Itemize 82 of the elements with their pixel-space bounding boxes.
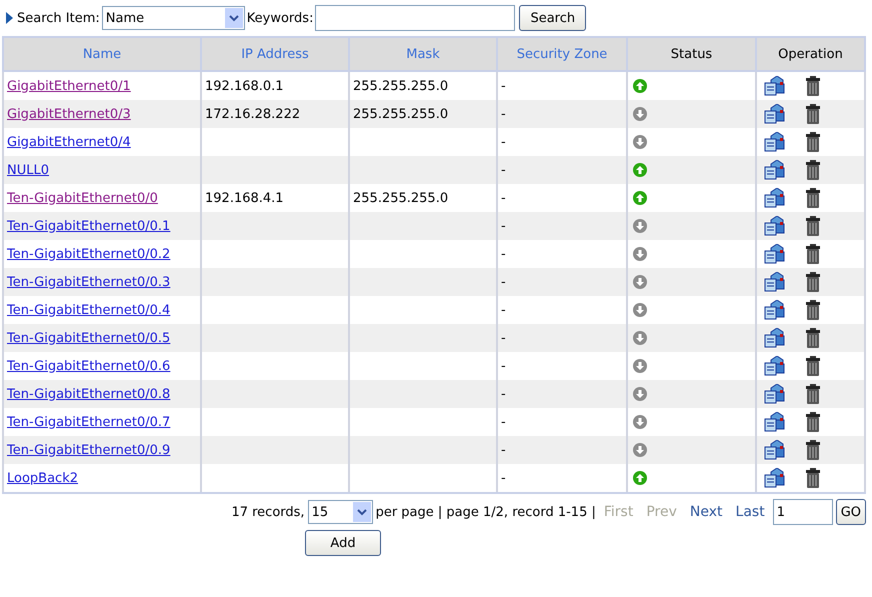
ip-address: 192.168.0.1: [205, 78, 284, 94]
edit-icon[interactable]: [764, 244, 786, 264]
column-header: Mask: [349, 37, 497, 71]
security-zone: -: [501, 106, 506, 122]
column-header: IP Address: [201, 37, 349, 71]
edit-icon[interactable]: [764, 76, 786, 96]
edit-icon[interactable]: [764, 300, 786, 320]
edit-icon[interactable]: [764, 104, 786, 124]
security-zone: -: [501, 78, 506, 94]
interface-link[interactable]: NULL0: [7, 162, 49, 178]
security-zone: -: [501, 190, 506, 206]
security-zone: -: [501, 218, 506, 234]
security-zone: -: [501, 162, 506, 178]
trash-icon[interactable]: [806, 244, 820, 264]
go-button[interactable]: GO: [836, 499, 866, 525]
dropdown-caret-icon[interactable]: [352, 502, 371, 522]
edit-icon[interactable]: [764, 440, 786, 460]
mask: 255.255.255.0: [353, 78, 448, 94]
ip-address: 192.168.4.1: [205, 190, 284, 206]
security-zone: -: [501, 302, 506, 318]
edit-icon[interactable]: [764, 412, 786, 432]
interface-link[interactable]: GigabitEthernet0/4: [7, 134, 131, 150]
dropdown-caret-icon[interactable]: [224, 8, 243, 28]
trash-icon[interactable]: [806, 216, 820, 236]
mask: 255.255.255.0: [353, 190, 448, 206]
triangle-icon: [6, 12, 13, 24]
edit-icon[interactable]: [764, 160, 786, 180]
edit-icon[interactable]: [764, 356, 786, 376]
interface-link[interactable]: Ten-GigabitEthernet0/0.6: [7, 358, 170, 374]
ip-address: 172.16.28.222: [205, 106, 300, 122]
security-zone: -: [501, 414, 506, 430]
interface-link[interactable]: Ten-GigabitEthernet0/0.4: [7, 302, 170, 318]
search-item-dropdown[interactable]: Name: [102, 6, 245, 30]
trash-icon[interactable]: [806, 300, 820, 320]
interface-link[interactable]: Ten-GigabitEthernet0/0.7: [7, 414, 170, 430]
trash-icon[interactable]: [806, 356, 820, 376]
edit-icon[interactable]: [764, 384, 786, 404]
add-button[interactable]: Add: [305, 530, 381, 556]
trash-icon[interactable]: [806, 76, 820, 96]
page-summary: per page | page 1/2, record 1-15 |: [376, 504, 596, 520]
security-zone: -: [501, 246, 506, 262]
records-count: 17 records,: [231, 504, 305, 520]
trash-icon[interactable]: [806, 132, 820, 152]
interface-link[interactable]: LoopBack2: [7, 470, 78, 486]
search-button[interactable]: Search: [519, 5, 586, 31]
trash-icon[interactable]: [806, 412, 820, 432]
edit-icon[interactable]: [764, 132, 786, 152]
security-zone: -: [501, 134, 506, 150]
trash-icon[interactable]: [806, 272, 820, 292]
trash-icon[interactable]: [806, 188, 820, 208]
interface-link[interactable]: GigabitEthernet0/1: [7, 78, 131, 94]
security-zone: -: [501, 442, 506, 458]
search-item-label: Search Item:: [17, 10, 100, 26]
column-header: Name: [3, 37, 201, 71]
edit-icon[interactable]: [764, 216, 786, 236]
interface-link[interactable]: Ten-GigabitEthernet0/0.2: [7, 246, 170, 262]
security-zone: -: [501, 274, 506, 290]
pager-link[interactable]: Last: [736, 504, 765, 520]
per-page-dropdown[interactable]: 15: [308, 500, 373, 524]
edit-icon[interactable]: [764, 468, 786, 488]
column-header: Operation: [756, 37, 865, 71]
keywords-label: Keywords:: [246, 10, 314, 26]
security-zone: -: [501, 386, 506, 402]
edit-icon[interactable]: [764, 272, 786, 292]
security-zone: -: [501, 470, 506, 486]
security-zone: -: [501, 330, 506, 346]
column-header: Security Zone: [497, 37, 627, 71]
page-field[interactable]: 1: [772, 499, 833, 525]
edit-icon[interactable]: [764, 328, 786, 348]
interface-link[interactable]: Ten-GigabitEthernet0/0: [7, 190, 158, 206]
edit-icon[interactable]: [764, 188, 786, 208]
trash-icon[interactable]: [806, 328, 820, 348]
trash-icon[interactable]: [806, 104, 820, 124]
trash-icon[interactable]: [806, 440, 820, 460]
mask: 255.255.255.0: [353, 106, 448, 122]
trash-icon[interactable]: [806, 468, 820, 488]
pager-link[interactable]: Next: [690, 504, 723, 520]
trash-icon[interactable]: [806, 160, 820, 180]
security-zone: -: [501, 358, 506, 374]
keywords-field[interactable]: [315, 5, 516, 31]
column-header: Status: [627, 37, 756, 71]
trash-icon[interactable]: [806, 384, 820, 404]
